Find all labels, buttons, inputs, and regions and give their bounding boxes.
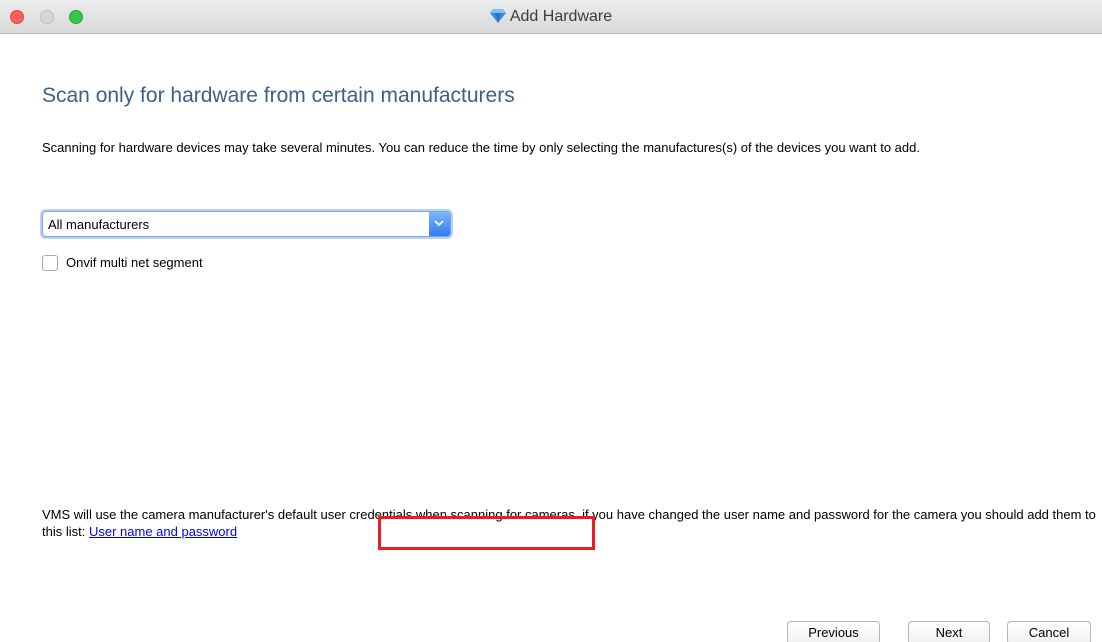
- diamond-icon: [489, 9, 506, 28]
- next-button[interactable]: Next: [908, 621, 990, 642]
- window-title: Add Hardware: [0, 8, 1102, 28]
- cancel-button[interactable]: Cancel: [1007, 621, 1091, 642]
- title-bar: Add Hardware: [0, 0, 1102, 34]
- page-description: Scanning for hardware devices may take s…: [42, 140, 920, 155]
- page-heading: Scan only for hardware from certain manu…: [42, 84, 515, 107]
- chevron-down-icon[interactable]: [429, 212, 450, 236]
- previous-button[interactable]: Previous: [787, 621, 880, 642]
- manufacturer-select[interactable]: All manufacturers: [42, 211, 451, 237]
- window-title-text: Add Hardware: [509, 8, 613, 25]
- highlight-annotation: [378, 516, 595, 550]
- user-name-password-link[interactable]: User name and password: [89, 524, 237, 539]
- onvif-checkbox[interactable]: [42, 255, 58, 271]
- onvif-checkbox-label[interactable]: Onvif multi net segment: [66, 255, 203, 270]
- manufacturer-select-value: All manufacturers: [48, 217, 150, 232]
